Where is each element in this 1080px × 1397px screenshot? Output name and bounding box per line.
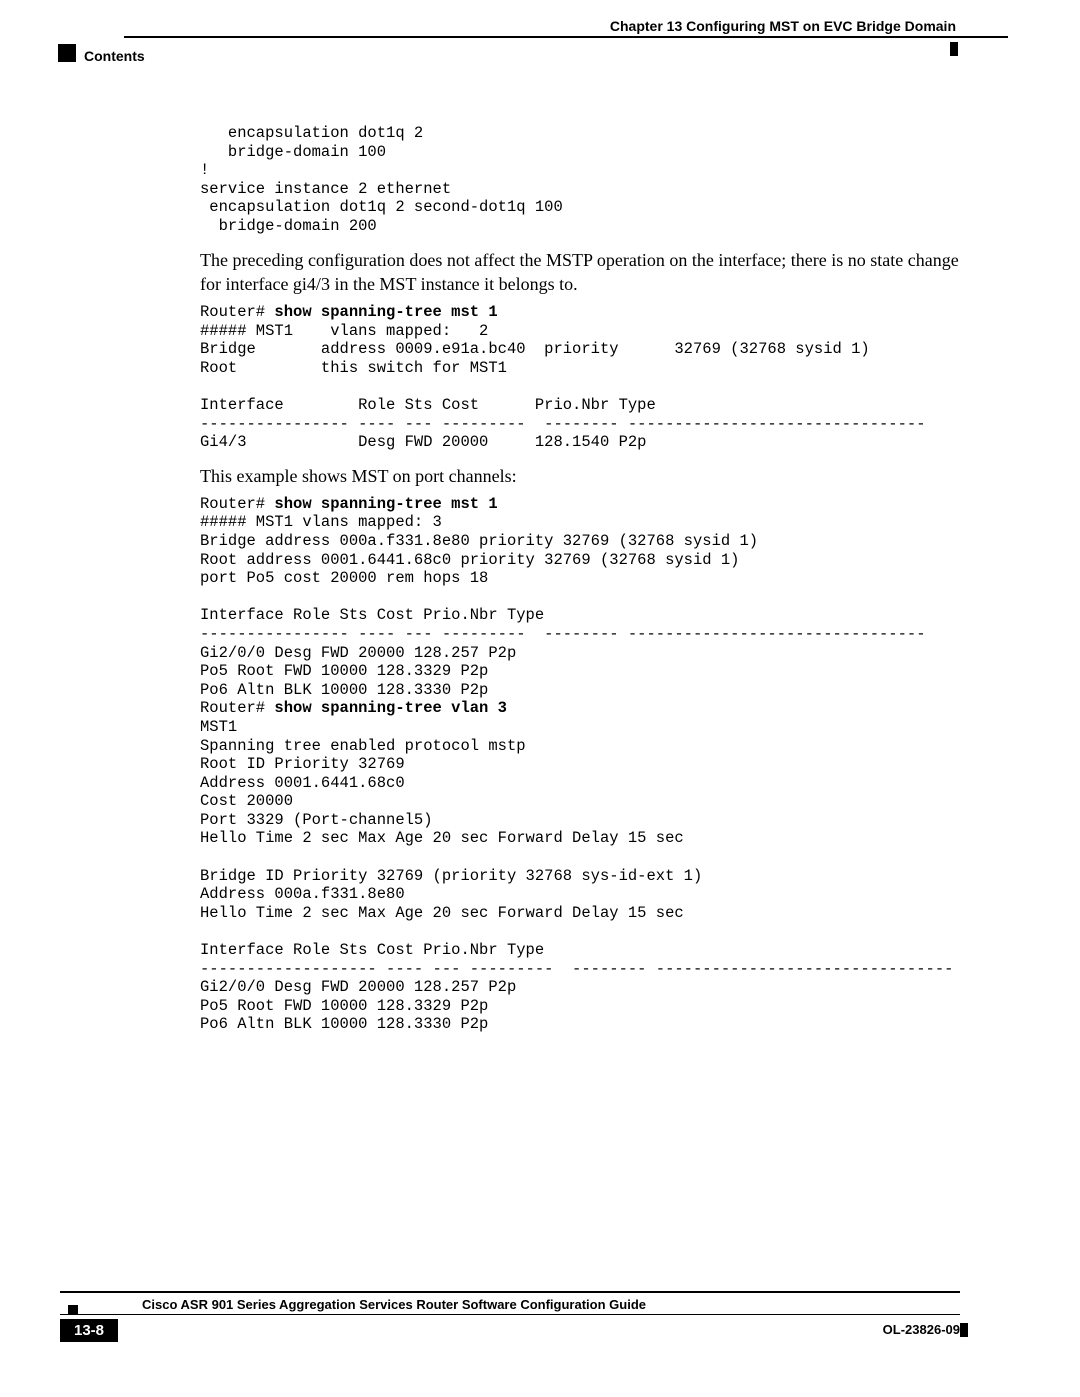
chapter-title: Chapter 13 Configuring MST on EVC Bridge… <box>610 18 956 34</box>
command-text: show spanning-tree mst 1 <box>274 495 497 513</box>
command-text: show spanning-tree mst 1 <box>274 303 497 321</box>
footer-guide-title: Cisco ASR 901 Series Aggregation Service… <box>142 1297 646 1312</box>
page-number: 13-8 <box>60 1319 118 1342</box>
paragraph-1: The preceding configuration does not aff… <box>200 248 980 298</box>
footer-decor-icon <box>960 1323 968 1337</box>
header-decor-icon <box>950 42 958 56</box>
page-header: Chapter 13 Configuring MST on EVC Bridge… <box>0 36 1080 42</box>
command-text: show spanning-tree vlan 3 <box>274 699 507 717</box>
command-output: ##### MST1 vlans mapped: 2 Bridge addres… <box>200 322 926 452</box>
command-output: ##### MST1 vlans mapped: 3 Bridge addres… <box>200 513 926 698</box>
router-prompt: Router# <box>200 495 274 513</box>
code-show-mst-portchannels: Router# show spanning-tree mst 1 ##### M… <box>200 495 980 1034</box>
document-id: OL-23826-09 <box>883 1322 960 1337</box>
page-content: encapsulation dot1q 2 bridge-domain 100 … <box>200 124 980 1046</box>
command-output: MST1 Spanning tree enabled protocol mstp… <box>200 718 953 1034</box>
page-footer: Cisco ASR 901 Series Aggregation Service… <box>60 1291 960 1345</box>
code-show-mst-1: Router# show spanning-tree mst 1 ##### M… <box>200 303 980 452</box>
code-config-snippet: encapsulation dot1q 2 bridge-domain 100 … <box>200 124 980 236</box>
contents-label: Contents <box>84 48 145 64</box>
router-prompt: Router# <box>200 699 274 717</box>
contents-bullet-icon <box>58 44 76 62</box>
router-prompt: Router# <box>200 303 274 321</box>
paragraph-2: This example shows MST on port channels: <box>200 464 980 489</box>
